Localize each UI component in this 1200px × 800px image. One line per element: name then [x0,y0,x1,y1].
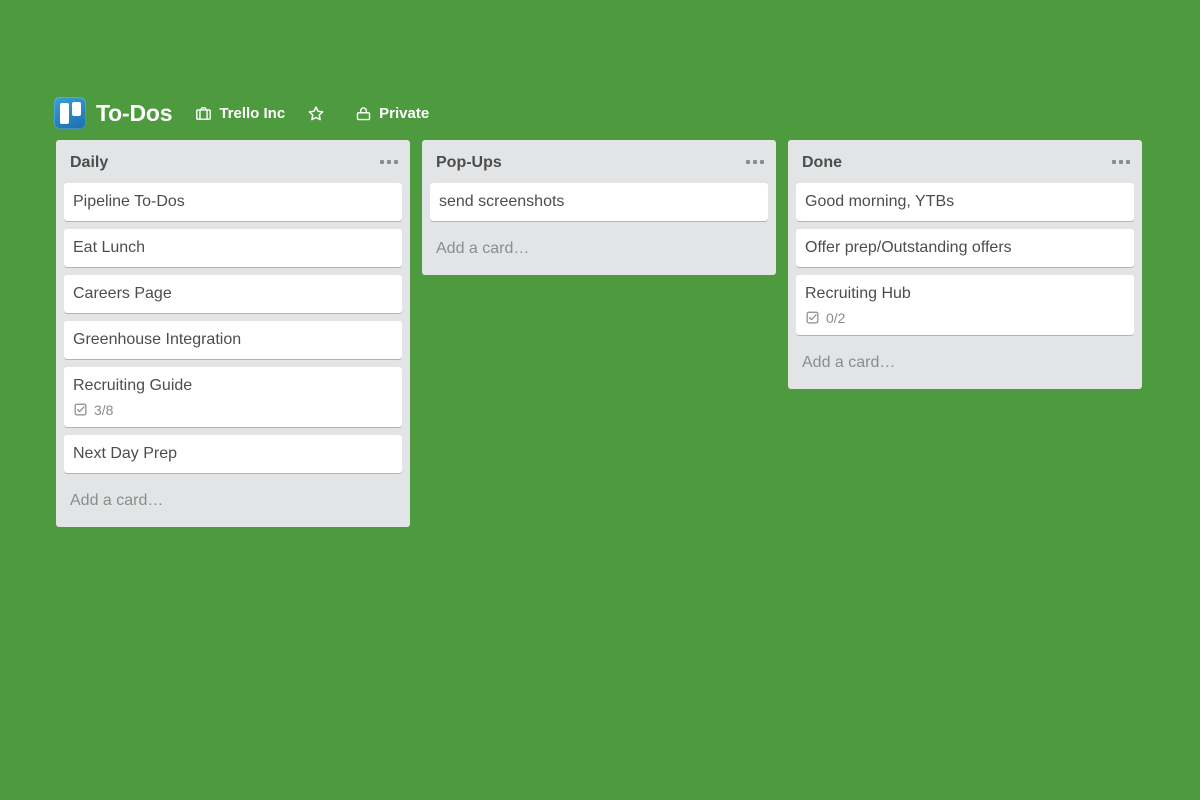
board-canvas: Daily Pipeline To-Dos Eat Lunch Careers … [0,140,1200,800]
board-title[interactable]: To-Dos [96,100,173,127]
list-menu-icon[interactable] [1108,153,1134,171]
card-title: send screenshots [439,193,565,210]
logo-bar-tall [59,102,69,124]
list-done: Done Good morning, YTBs Offer prep/Outst… [788,140,1142,389]
card[interactable]: Offer prep/Outstanding offers [796,229,1134,267]
board-visibility-button[interactable]: Private [354,104,429,122]
checklist-count: 0/2 [826,310,846,326]
card-title: Careers Page [73,285,172,302]
card[interactable]: Careers Page [64,275,402,313]
add-card-button[interactable]: Add a card… [422,229,776,275]
add-card-button[interactable]: Add a card… [788,343,1142,389]
checklist-icon [73,402,89,418]
list-title[interactable]: Pop-Ups [436,153,740,172]
trello-logo-icon[interactable] [54,97,86,129]
card[interactable]: Pipeline To-Dos [64,183,402,221]
card-container: Pipeline To-Dos Eat Lunch Careers Page G… [56,183,410,473]
card-title: Good morning, YTBs [805,193,955,210]
card-container: send screenshots [422,183,776,221]
card-title: Greenhouse Integration [73,331,242,348]
list-header: Done [788,140,1142,183]
card-title: Recruiting Hub [805,285,911,302]
card-title: Offer prep/Outstanding offers [805,239,1012,256]
board-header: To-Dos Trello Inc Private [54,96,429,130]
card[interactable]: Recruiting Guide 3/8 [64,367,402,427]
board-team-button[interactable]: Trello Inc [194,104,285,122]
checklist-icon [805,310,821,326]
logo-bar-short [71,102,81,116]
card-badges: 3/8 [73,402,393,418]
checklist-badge: 3/8 [73,402,113,418]
board-visibility-label: Private [379,104,430,122]
list-header: Daily [56,140,410,183]
card-title: Recruiting Guide [73,377,193,394]
card[interactable]: Good morning, YTBs [796,183,1134,221]
checklist-count: 3/8 [94,402,114,418]
card[interactable]: send screenshots [430,183,768,221]
list-title[interactable]: Done [802,153,1106,172]
card-title: Next Day Prep [73,445,178,462]
lock-icon [354,104,372,122]
card[interactable]: Greenhouse Integration [64,321,402,359]
list-header: Pop-Ups [422,140,776,183]
list-menu-icon[interactable] [742,153,768,171]
list-title[interactable]: Daily [70,153,374,172]
list-pop-ups: Pop-Ups send screenshots Add a card… [422,140,776,275]
list-menu-icon[interactable] [376,153,402,171]
card[interactable]: Eat Lunch [64,229,402,267]
add-card-button[interactable]: Add a card… [56,481,410,527]
star-icon [307,104,325,122]
board-star-button[interactable] [307,104,332,122]
checklist-badge: 0/2 [805,310,845,326]
briefcase-icon [194,104,212,122]
board-team-label: Trello Inc [219,104,286,122]
card-title: Eat Lunch [73,239,146,256]
card[interactable]: Recruiting Hub 0/2 [796,275,1134,335]
card-title: Pipeline To-Dos [73,193,185,210]
list-daily: Daily Pipeline To-Dos Eat Lunch Careers … [56,140,410,527]
card-badges: 0/2 [805,310,1125,326]
card[interactable]: Next Day Prep [64,435,402,473]
card-container: Good morning, YTBs Offer prep/Outstandin… [788,183,1142,335]
